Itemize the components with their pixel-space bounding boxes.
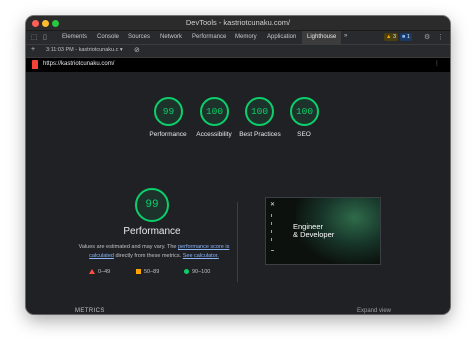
tab-elements[interactable]: Elements [62, 34, 87, 40]
final-screenshot-thumbnail[interactable]: ✕ Engineer & Developer [265, 197, 381, 265]
legend-pass-range: 90–100 [192, 269, 211, 275]
description-text: Values are estimated and may vary. The [78, 244, 178, 250]
score-label-seo: SEO [297, 131, 311, 138]
report-url-bar: https://kastriotcunaku.com/ ⋮ [26, 58, 450, 72]
more-tabs-button[interactable]: » [344, 33, 347, 39]
devtools-window: DevTools - kastriotcunaku.com/ ⬚ ▯ Eleme… [26, 16, 450, 314]
messages-count: 1 [406, 34, 410, 40]
legend-fail-range: 0–49 [98, 269, 111, 275]
lighthouse-logo-icon [32, 60, 38, 69]
report-url[interactable]: https://kastriotcunaku.com/ [43, 61, 114, 67]
score-gauge-performance[interactable]: 99 [154, 97, 183, 126]
inspect-element-icon[interactable]: ⬚ [31, 33, 38, 41]
tab-application[interactable]: Application [267, 34, 296, 40]
performance-description: Values are estimated and may vary. The p… [74, 243, 234, 261]
tab-network[interactable]: Network [160, 34, 182, 40]
average-square-icon [136, 269, 141, 275]
legend-average: 50–89 [136, 269, 159, 275]
legend-pass: 90–100 [184, 269, 210, 275]
fail-triangle-icon [89, 269, 95, 275]
score-gauge-best-practices[interactable]: 100 [245, 97, 274, 126]
messages-badge[interactable]: ■ 1 [400, 33, 412, 41]
score-label-best-practices: Best Practices [239, 131, 281, 138]
legend-average-range: 50–89 [144, 269, 160, 275]
title-bar: DevTools - kastriotcunaku.com/ [26, 16, 450, 31]
score-gauge-seo[interactable]: 100 [290, 97, 319, 126]
tab-sources[interactable]: Sources [128, 34, 150, 40]
expand-view-button[interactable]: Expand view [357, 308, 391, 314]
performance-title: Performance [123, 226, 181, 237]
window-title: DevTools - kastriotcunaku.com/ [185, 18, 291, 27]
new-report-button[interactable]: + [31, 46, 35, 53]
thumbnail-nav-mark [271, 222, 272, 225]
score-gauge-accessibility[interactable]: 100 [200, 97, 229, 126]
report-selector[interactable]: 3:11:03 PM - kastriotcunaku.c ▾ [46, 47, 123, 53]
thumbnail-nav-mark [271, 214, 272, 217]
description-text-middle: directly from these metrics. [113, 253, 183, 259]
section-divider [237, 202, 238, 282]
thumbnail-nav-mark [271, 238, 272, 241]
warning-icon: ▲ [386, 34, 392, 40]
legend-fail: 0–49 [89, 269, 110, 275]
devtools-tab-bar: ⬚ ▯ Elements Console Sources Network Per… [26, 31, 450, 45]
clear-reports-button[interactable]: ⊘ [134, 46, 140, 54]
thumbnail-nav-mark [271, 230, 272, 233]
report-menu-icon[interactable]: ⋮ [434, 60, 440, 67]
thumbnail-headline: Engineer & Developer [293, 223, 334, 239]
pass-circle-icon [184, 269, 189, 275]
metrics-heading: METRICS [75, 308, 105, 314]
warnings-count: 3 [392, 34, 397, 40]
tab-lighthouse[interactable]: Lighthouse [302, 31, 342, 44]
warnings-badge[interactable]: ▲ 3 [384, 33, 399, 41]
report-toolbar: + 3:11:03 PM - kastriotcunaku.c ▾ ⊘ [26, 45, 450, 58]
gear-icon[interactable]: ⚙ [424, 33, 430, 41]
thumbnail-nav-mark [271, 250, 274, 251]
message-icon: ■ [402, 34, 406, 40]
device-toolbar-icon[interactable]: ▯ [43, 33, 47, 41]
thumbnail-headline-line2: & Developer [293, 230, 335, 239]
kebab-menu-icon[interactable]: ⋮ [437, 33, 444, 41]
see-calculator-link[interactable]: See calculator. [183, 253, 219, 259]
score-label-accessibility: Accessibility [196, 131, 232, 138]
performance-score-gauge: 99 [135, 188, 169, 222]
tab-memory[interactable]: Memory [235, 34, 257, 40]
lighthouse-report: 99 Performance 100 Accessibility 100 Bes… [26, 72, 450, 314]
tab-performance[interactable]: Performance [192, 34, 226, 40]
tab-console[interactable]: Console [97, 34, 119, 40]
close-icon: ✕ [270, 202, 276, 208]
